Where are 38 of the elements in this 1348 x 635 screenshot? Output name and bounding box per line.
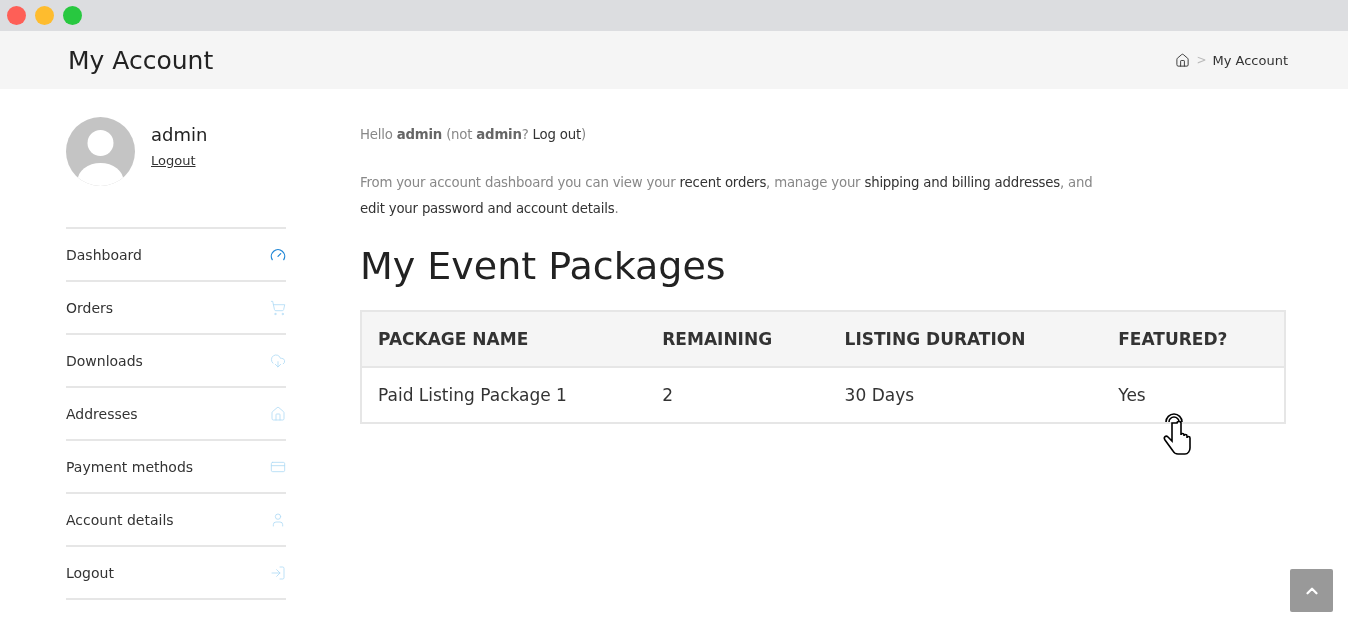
home-icon[interactable] bbox=[1175, 52, 1191, 68]
menu-item[interactable]: Downloads bbox=[66, 335, 286, 388]
text-link[interactable]: Log out bbox=[532, 127, 581, 142]
menu-label: Dashboard bbox=[66, 246, 142, 263]
column-header: REMAINING bbox=[646, 311, 829, 367]
breadcrumb-separator: > bbox=[1196, 53, 1207, 67]
menu-item[interactable]: Orders bbox=[66, 282, 286, 335]
avatar-silhouette bbox=[66, 117, 135, 186]
table-cell: Paid Listing Package 1 bbox=[361, 367, 647, 423]
menu-item[interactable]: Payment methods bbox=[66, 441, 286, 494]
table-cell: 2 bbox=[646, 367, 829, 423]
menu-item[interactable]: Addresses bbox=[66, 388, 286, 441]
intro-text: From your account dashboard you can view your recent orders, manage your shipping and billing addresses, and edit your password and account details. bbox=[360, 174, 1094, 218]
section-heading: My Event Packages bbox=[360, 244, 727, 288]
logout-link[interactable]: Logout bbox=[151, 153, 196, 168]
maximize-window-icon[interactable] bbox=[63, 6, 82, 25]
menu-label: Account details bbox=[66, 511, 174, 528]
table-cell: Yes bbox=[1102, 367, 1285, 423]
breadcrumb-current: My Account bbox=[1212, 52, 1288, 68]
menu-label: Logout bbox=[66, 564, 114, 581]
minimize-window-icon[interactable] bbox=[35, 6, 54, 25]
column-header: PACKAGE NAME bbox=[361, 311, 647, 367]
menu-label: Orders bbox=[66, 299, 114, 316]
menu-item[interactable]: Account details bbox=[66, 494, 286, 547]
menu-label: Downloads bbox=[66, 352, 143, 369]
text-link[interactable]: edit your password and account details bbox=[360, 201, 615, 216]
page-title: My Account bbox=[68, 45, 214, 75]
column-header: FEATURED? bbox=[1102, 311, 1285, 367]
menu-label: Addresses bbox=[66, 405, 138, 422]
back-to-top-button[interactable] bbox=[1290, 569, 1333, 612]
table-cell: 30 Days bbox=[828, 367, 1103, 423]
close-window-icon[interactable] bbox=[7, 6, 26, 25]
menu-item[interactable]: Logout bbox=[66, 547, 286, 600]
menu-label: Payment methods bbox=[66, 458, 194, 475]
greeting-text: Hello admin (not admin? Log out) bbox=[360, 126, 587, 144]
user-name: admin bbox=[151, 124, 208, 145]
menu-item[interactable]: Dashboard bbox=[66, 229, 286, 282]
column-header: LISTING DURATION bbox=[828, 311, 1103, 367]
